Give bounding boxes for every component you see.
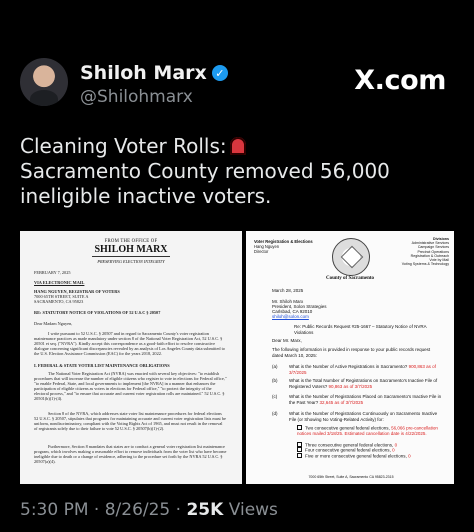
- response-intro: The following information is provided in…: [272, 347, 431, 358]
- post-header: Shiloh Marx ✓ @Shilohmarx X.com: [20, 58, 454, 110]
- views-count: 25K: [186, 500, 224, 520]
- post-text-line-1: Cleaning Voter Rolls:: [20, 134, 227, 158]
- option-3-text: Four consecutive general federal electio…: [305, 447, 391, 453]
- attached-images[interactable]: FROM THE OFFICE OF SHILOH MARX PRESERVIN…: [20, 231, 454, 484]
- option-3-value: 0: [392, 447, 395, 453]
- answer-c: 32,645 as of 3/7/2025: [319, 399, 364, 405]
- county-name: County of Sacramento: [325, 276, 375, 281]
- question-c-label: (c): [272, 394, 278, 399]
- letter-paragraph-1: I write pursuant to 52 U.S.C. § 20507 an…: [34, 331, 225, 357]
- department-address: 7000 65th Street, Suite A, Sacramento CA…: [308, 475, 394, 479]
- letter-section-heading: I. FEDERAL & STATE VOTER LIST MAINTENANC…: [34, 363, 170, 368]
- divisions-list: Divisions Administrative Services Campai…: [391, 237, 449, 266]
- question-a: What is the Number of Active Registratio…: [289, 364, 442, 375]
- question-b-label: (b): [272, 378, 278, 383]
- siren-emoji-icon: [229, 137, 246, 155]
- response-salutation: Dear Mr. Marx,: [272, 338, 302, 343]
- recipient-email-link[interactable]: shiloh@solon.com: [272, 314, 442, 320]
- question-a-label: (a): [272, 364, 278, 369]
- director-title: Director: [254, 249, 269, 254]
- office-divider: [92, 256, 170, 257]
- option-4-value: 0: [408, 453, 411, 459]
- letter-paragraph-4: Furthermore, Section 8 mandates that sta…: [34, 444, 227, 465]
- post-text-line-2: Sacramento County removed 56,000 ineligi…: [20, 159, 390, 208]
- checkbox-icon: [297, 425, 302, 430]
- views-label: Views: [228, 500, 278, 520]
- answer-b: 90,863 as of 3/7/2025: [328, 383, 373, 389]
- office-name: SHILOH MARX: [94, 244, 168, 255]
- question-c-text: What is the Number of Registrations Plac…: [289, 394, 442, 405]
- question-d: What is the Number of Registrations Cont…: [289, 411, 438, 422]
- checkbox-icon: [297, 447, 302, 452]
- question-a-text: What is the Number of Active Registratio…: [289, 364, 408, 369]
- x-logo: X.com: [354, 65, 446, 96]
- display-name-row: Shiloh Marx ✓: [80, 62, 228, 84]
- letter-date: FEBRUARY 7, 2025: [34, 270, 71, 275]
- option-4-text: Five or more consecutive general federal…: [305, 453, 407, 459]
- option-1-text: Two consecutive general federal election…: [305, 425, 390, 431]
- letter-subject: RE: STATUTORY NOTICE OF VIOLATIONS OF 52…: [34, 310, 161, 315]
- office-tagline: PRESERVING ELECTION INTEGRITY: [97, 259, 165, 264]
- question-c: What is the Number of Registrations Plac…: [289, 394, 442, 405]
- post-text: Cleaning Voter Rolls: Sacramento County …: [20, 134, 456, 209]
- recipient-line-3: SACRAMENTO, CA 95823: [34, 299, 84, 304]
- post-meta: 5:30 PM · 8/26/25 · 25K Views: [20, 500, 278, 520]
- checkbox-icon: [297, 453, 302, 458]
- left-letter-image[interactable]: FROM THE OFFICE OF SHILOH MARX PRESERVIN…: [20, 231, 242, 484]
- verified-badge-icon: ✓: [211, 65, 228, 81]
- option-4: Five or more consecutive general federal…: [297, 453, 442, 459]
- option-1: Two consecutive general federal election…: [297, 425, 442, 437]
- response-subject: Re: Public Records Request #25-1667 – St…: [294, 324, 427, 335]
- division-item: Voting Systems & Technology: [401, 262, 449, 267]
- right-letter-image[interactable]: Voter Registration & Elections Hang Nguy…: [246, 231, 454, 484]
- letter-paragraph-3: Section 8 of the NVRA, which addresses s…: [34, 411, 226, 432]
- profile-avatar[interactable]: [20, 58, 68, 106]
- letter-paragraph-2: The National Voter Registration Act (NVR…: [34, 371, 227, 402]
- letter-salutation: Dear Madam Nguyen,: [34, 321, 73, 326]
- response-date: March 28, 2025: [272, 288, 304, 293]
- county-seal-icon: [332, 238, 370, 276]
- user-handle[interactable]: @Shilohmarx: [80, 87, 193, 107]
- post-timestamp[interactable]: 5:30 PM · 8/26/25 ·: [20, 500, 181, 520]
- question-b: What is the Total Number of Registration…: [289, 378, 442, 389]
- delivery-method: VIA ELECTRONIC MAIL: [34, 280, 85, 285]
- display-name[interactable]: Shiloh Marx: [80, 62, 207, 84]
- question-d-label: (d): [272, 411, 278, 416]
